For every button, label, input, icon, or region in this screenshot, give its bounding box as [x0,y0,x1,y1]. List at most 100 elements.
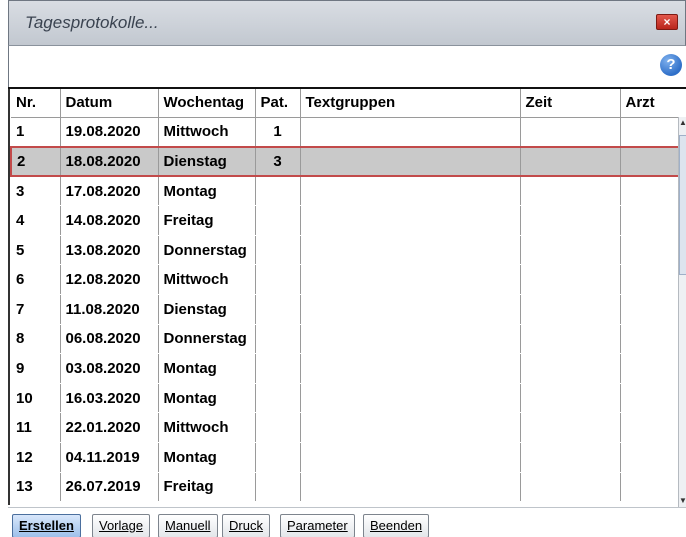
cell-pat [255,205,301,236]
column-header-nr[interactable]: Nr. [11,89,61,118]
cell-arzt [620,353,678,384]
column-header-pat[interactable]: Pat. [255,89,301,118]
erstellen-button[interactable]: Erstellen [12,514,81,537]
cell-datum: 19.08.2020 [60,117,159,148]
cell-wochentag: Mittwoch [158,412,256,444]
cell-wochentag: Freitag [158,472,256,503]
cell-wochentag: Donnerstag [158,235,256,266]
cell-zeit [520,145,621,178]
cell-textgruppen [300,324,521,355]
cell-arzt [620,117,678,148]
table-row[interactable]: 13 26.07.2019 Freitag [11,472,678,503]
table-header-row: Nr. Datum Wochentag Pat. Textgruppen Zei… [11,89,678,118]
cell-nr: 11 [11,412,61,444]
cell-datum: 03.08.2020 [60,353,159,384]
cell-arzt [620,324,678,355]
cell-textgruppen [300,294,521,325]
cell-datum: 26.07.2019 [60,472,159,503]
table-row[interactable]: 7 11.08.2020 Dienstag [11,294,678,325]
cell-zeit [520,294,621,325]
parameter-button[interactable]: Parameter [280,514,355,537]
cell-nr: 5 [11,235,61,266]
window-title: Tagesprotokolle... [25,13,159,32]
table-row[interactable]: 8 06.08.2020 Donnerstag [11,324,678,355]
cell-wochentag: Montag [158,353,256,384]
scroll-down-arrow-icon[interactable]: ▼ [679,495,686,507]
cell-wochentag: Montag [158,383,256,414]
cell-zeit [520,176,621,207]
cell-zeit [520,235,621,266]
cell-wochentag: Donnerstag [158,324,256,355]
cell-pat [255,324,301,355]
cell-textgruppen [300,383,521,414]
cell-wochentag: Montag [158,442,256,473]
vertical-scrollbar[interactable]: ▲ ▼ [678,117,686,507]
cell-nr: 9 [11,353,61,384]
cell-pat: 1 [255,117,301,148]
cell-datum: 16.03.2020 [60,383,159,414]
scroll-up-arrow-icon[interactable]: ▲ [679,117,686,129]
column-header-textgruppen[interactable]: Textgruppen [300,89,521,118]
cell-textgruppen [300,353,521,384]
toolbar-strip [8,46,686,88]
cell-datum: 12.08.2020 [60,264,159,296]
table-row[interactable]: 4 14.08.2020 Freitag [11,205,678,236]
cell-wochentag: Dienstag [158,294,256,325]
cell-nr: 4 [11,205,61,236]
protocol-table: Nr. Datum Wochentag Pat. Textgruppen Zei… [8,89,678,505]
column-header-datum[interactable]: Datum [60,89,159,118]
manuell-button[interactable]: Manuell [158,514,218,537]
cell-arzt [620,383,678,414]
cell-zeit [520,264,621,296]
table-row[interactable]: 5 13.08.2020 Donnerstag [11,235,678,266]
cell-datum: 13.08.2020 [60,235,159,266]
cell-datum: 17.08.2020 [60,176,159,207]
cell-textgruppen [300,412,521,444]
cell-arzt [620,294,678,325]
cell-datum: 06.08.2020 [60,324,159,355]
table-row[interactable]: 2 18.08.2020 Dienstag 3 [10,145,678,178]
cell-pat [255,235,301,266]
cell-datum: 22.01.2020 [60,412,159,444]
help-icon[interactable]: ? [660,54,682,76]
cell-arzt [620,412,678,444]
cell-nr: 1 [11,117,61,148]
cell-zeit [520,412,621,444]
cell-nr: 3 [11,176,61,207]
cell-pat [255,383,301,414]
table-row[interactable]: 6 12.08.2020 Mittwoch [11,264,678,296]
cell-arzt [620,145,678,178]
table-row[interactable]: 12 04.11.2019 Montag [11,442,678,473]
cell-nr: 6 [11,264,61,296]
cell-pat: 3 [255,145,301,178]
cell-zeit [520,353,621,384]
table-row[interactable]: 9 03.08.2020 Montag [11,353,678,384]
table-row[interactable]: 10 16.03.2020 Montag [11,383,678,414]
cell-zeit [520,442,621,473]
column-header-arzt[interactable]: Arzt [620,89,678,118]
beenden-button[interactable]: Beenden [363,514,430,537]
cell-arzt [620,235,678,266]
cell-wochentag: Freitag [158,205,256,236]
table-row[interactable]: 11 22.01.2020 Mittwoch [11,412,678,444]
cell-nr: 2 [10,145,61,178]
cell-pat [255,412,301,444]
cell-arzt [620,205,678,236]
cell-textgruppen [300,176,521,207]
cell-zeit [520,205,621,236]
vorlage-button[interactable]: Vorlage [92,514,151,537]
close-button[interactable]: × [656,14,678,30]
scrollbar-thumb[interactable] [679,135,686,275]
cell-nr: 8 [11,324,61,355]
cell-datum: 18.08.2020 [60,145,159,178]
window-titlebar: Tagesprotokolle... [8,0,686,46]
cell-pat [255,472,301,503]
table-row[interactable]: 3 17.08.2020 Montag [11,176,678,207]
cell-textgruppen [300,235,521,266]
druck-button[interactable]: Druck [222,514,270,537]
column-header-zeit[interactable]: Zeit [520,89,621,118]
cell-pat [255,176,301,207]
column-header-wochentag[interactable]: Wochentag [158,89,256,118]
cell-textgruppen [300,117,521,148]
table-row[interactable]: 1 19.08.2020 Mittwoch 1 [11,117,678,148]
